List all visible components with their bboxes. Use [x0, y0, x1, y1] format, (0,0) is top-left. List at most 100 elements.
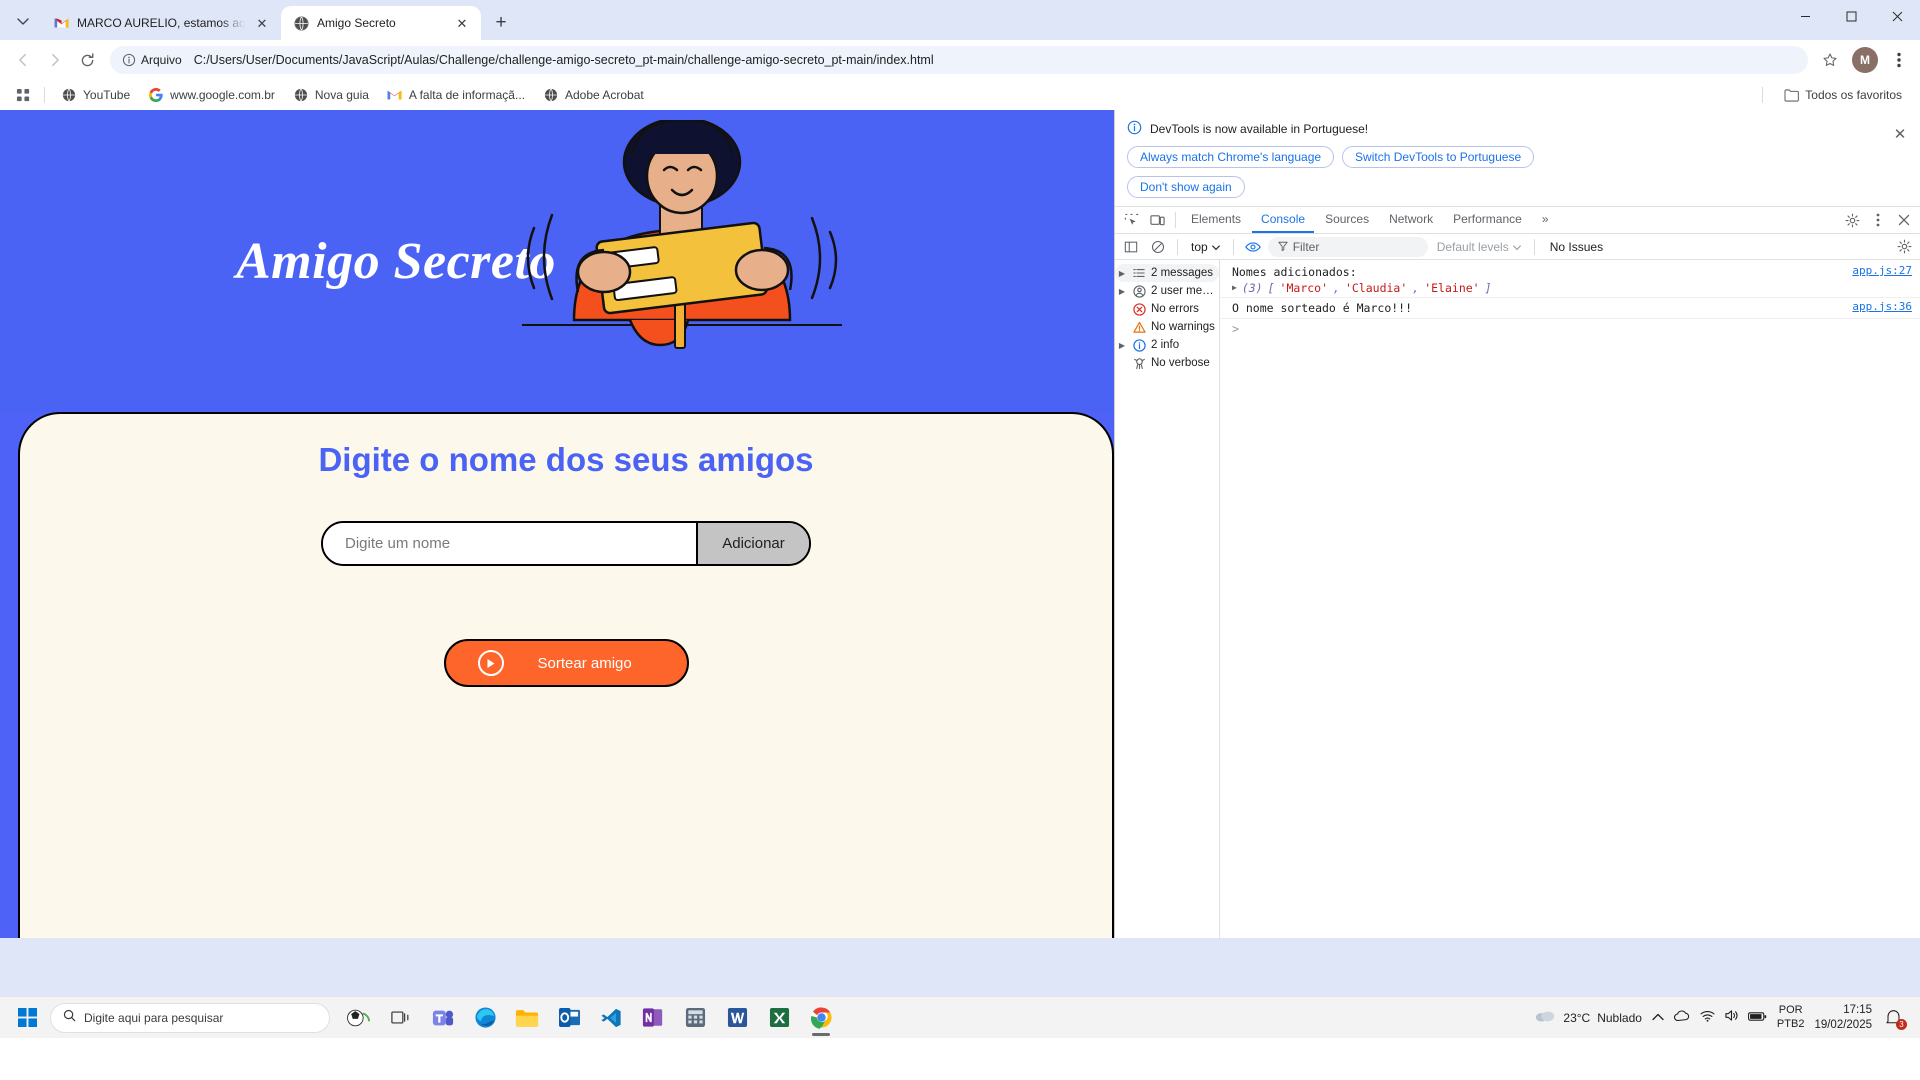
taskbar-item-edge[interactable] [466, 999, 504, 1037]
scheme-label: Arquivo [141, 53, 182, 67]
language-indicator[interactable]: POR PTB2 [1777, 1004, 1805, 1030]
onedrive-icon[interactable] [1673, 1009, 1691, 1027]
message-source-link[interactable]: app.js:27 [1852, 264, 1912, 277]
show-hidden-icons-icon[interactable] [1652, 1009, 1664, 1027]
start-button[interactable] [6, 999, 48, 1037]
close-devtools-icon[interactable] [1892, 208, 1916, 232]
apps-grid-icon[interactable] [10, 83, 36, 107]
sidebar-item-warnings[interactable]: No warnings [1115, 318, 1219, 336]
close-window-button[interactable] [1874, 0, 1920, 32]
browser-tab-2[interactable]: Amigo Secreto ✕ [281, 6, 481, 40]
taskbar-item-file-explorer[interactable] [508, 999, 546, 1037]
execution-context-selector[interactable]: top [1185, 238, 1226, 256]
console-input-prompt[interactable]: > [1220, 319, 1920, 339]
avatar[interactable]: M [1852, 47, 1878, 73]
always-match-language-button[interactable]: Always match Chrome's language [1127, 146, 1335, 168]
taskbar-item-chrome[interactable] [802, 999, 840, 1037]
console-sidebar-toggle-icon[interactable] [1119, 235, 1143, 259]
live-expression-eye-icon[interactable] [1241, 235, 1265, 259]
sidebar-item-user-messages[interactable]: ▶ 2 user mes... [1115, 282, 1219, 300]
gear-icon[interactable] [1840, 208, 1864, 232]
all-bookmarks-button[interactable]: Todos os favoritos [1775, 84, 1910, 106]
notification-center-button[interactable]: 3 [1882, 1007, 1907, 1030]
maximize-button[interactable] [1828, 0, 1874, 32]
close-icon[interactable]: ✕ [253, 14, 271, 32]
console-message[interactable]: O nome sorteado é Marco!!! app.js:36 [1220, 298, 1920, 320]
sidebar-item-info[interactable]: ▶ 2 info [1115, 336, 1219, 354]
console-filter-input[interactable]: Filter [1267, 236, 1428, 257]
hero-banner: Amigo Secreto [0, 110, 1114, 412]
log-levels-selector[interactable]: Default levels [1431, 240, 1527, 254]
inspect-element-icon[interactable] [1119, 208, 1143, 232]
devtools-tab-sources[interactable]: Sources [1316, 207, 1378, 233]
close-icon[interactable]: ✕ [1890, 124, 1910, 144]
bookmark-star-icon[interactable] [1816, 46, 1844, 74]
reload-icon[interactable] [72, 45, 102, 75]
expand-arrow-icon[interactable]: ▶ [1117, 287, 1127, 296]
weather-widget[interactable]: 23°C Nublado [1534, 1008, 1642, 1028]
taskbar-search-box[interactable]: Digite aqui para pesquisar [50, 1002, 330, 1033]
back-icon[interactable] [8, 45, 38, 75]
new-tab-button[interactable]: + [487, 8, 515, 36]
notification-count-badge: 3 [1896, 1018, 1907, 1030]
devtools-tab-console[interactable]: Console [1252, 207, 1315, 233]
taskbar-item-calculator[interactable] [676, 999, 714, 1037]
add-button[interactable]: Adicionar [696, 523, 809, 564]
message-source-link[interactable]: app.js:36 [1852, 300, 1912, 313]
sidebar-item-messages[interactable]: ▶ 2 messages [1115, 264, 1219, 282]
context-label: top [1191, 239, 1208, 254]
forward-icon[interactable] [40, 45, 70, 75]
expand-arrow-icon[interactable]: ▶ [1117, 341, 1127, 350]
devtools-more-tabs-button[interactable]: » [1533, 207, 1558, 233]
devtools-menu-icon[interactable] [1866, 208, 1890, 232]
clear-console-icon[interactable] [1146, 235, 1170, 259]
clock[interactable]: 17:15 19/02/2025 [1814, 1003, 1872, 1032]
taskbar-item-excel[interactable] [760, 999, 798, 1037]
secret-friend-illustration [512, 116, 852, 355]
name-input[interactable] [323, 523, 696, 564]
sidebar-item-verbose[interactable]: No verbose [1115, 354, 1219, 372]
minimize-button[interactable] [1782, 0, 1828, 32]
info-icon [1127, 120, 1142, 138]
chrome-menu-icon[interactable] [1886, 46, 1912, 74]
bookmark-item-youtube[interactable]: YouTube [53, 84, 138, 106]
console-message[interactable]: Nomes adicionados: ▶ (3) [ 'Marco' , 'Cl… [1220, 262, 1920, 298]
bookmark-item-google[interactable]: www.google.com.br [140, 84, 283, 106]
bookmark-item-adobe-acrobat[interactable]: Adobe Acrobat [535, 84, 652, 106]
page-title: Amigo Secreto [236, 232, 556, 290]
taskbar-item-word[interactable] [718, 999, 756, 1037]
taskbar-item-teams[interactable] [424, 999, 462, 1037]
address-bar[interactable]: Arquivo C:/Users/User/Documents/JavaScri… [110, 46, 1808, 74]
volume-icon[interactable] [1724, 1009, 1739, 1027]
network-icon[interactable] [1700, 1009, 1715, 1027]
issues-button[interactable]: No Issues [1542, 240, 1611, 254]
devtools-tab-network[interactable]: Network [1380, 207, 1442, 233]
taskbar-item-outlook[interactable] [550, 999, 588, 1037]
battery-icon[interactable] [1747, 1009, 1767, 1027]
expand-arrow-icon[interactable]: ▶ [1117, 269, 1127, 278]
expand-arrow-icon[interactable]: ▶ [1232, 283, 1237, 292]
console-settings-gear-icon[interactable] [1892, 235, 1916, 259]
language-line1: POR [1778, 1004, 1803, 1017]
taskbar-item-news[interactable] [340, 999, 378, 1037]
sidebar-item-errors[interactable]: No errors [1115, 300, 1219, 318]
close-icon[interactable]: ✕ [453, 14, 471, 32]
taskbar-item-task-view[interactable] [382, 999, 420, 1037]
taskbar-item-vscode[interactable] [592, 999, 630, 1037]
url-text: C:/Users/User/Documents/JavaScript/Aulas… [193, 53, 934, 67]
console-messages: Nomes adicionados: ▶ (3) [ 'Marco' , 'Cl… [1220, 260, 1920, 938]
devtools-tab-elements[interactable]: Elements [1182, 207, 1250, 233]
devtools-tab-performance[interactable]: Performance [1444, 207, 1531, 233]
bookmark-item-nova-guia[interactable]: Nova guia [285, 84, 377, 106]
draw-friend-button[interactable]: Sortear amigo [443, 639, 689, 687]
dont-show-again-button[interactable]: Don't show again [1127, 176, 1245, 198]
taskbar-item-onenote[interactable] [634, 999, 672, 1037]
tab-search-icon[interactable] [8, 6, 38, 36]
chrome-browser-window: MARCO AURELIO, estamos aqui ✕ Amigo Secr… [0, 0, 1920, 1038]
message-array-preview[interactable]: ▶ (3) [ 'Marco' , 'Claudia' , 'Elaine' ] [1232, 281, 1844, 295]
browser-tab-1[interactable]: MARCO AURELIO, estamos aqui ✕ [41, 6, 281, 40]
bookmark-item-falta-informacao[interactable]: A falta de informaçã... [379, 84, 533, 106]
device-toolbar-icon[interactable] [1145, 208, 1169, 232]
tab-title: Amigo Secreto [317, 16, 396, 30]
switch-to-portuguese-button[interactable]: Switch DevTools to Portuguese [1342, 146, 1535, 168]
